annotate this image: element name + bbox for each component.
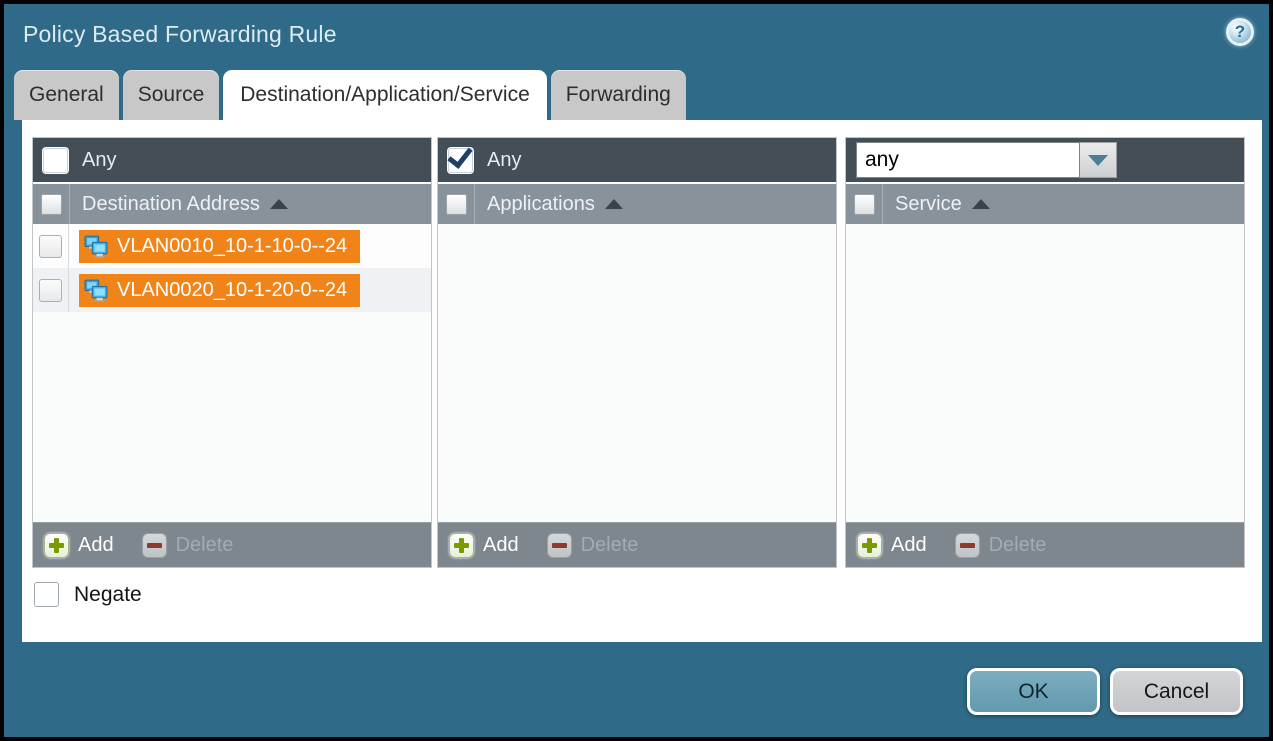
destination-column-header[interactable]: Destination Address xyxy=(33,182,431,224)
destination-panel-footer: Add Delete xyxy=(33,522,431,567)
service-select-all-checkbox[interactable] xyxy=(854,194,875,215)
tab-label: Forwarding xyxy=(566,83,671,107)
applications-any-checkbox[interactable] xyxy=(448,148,473,173)
add-button-label: Add xyxy=(483,534,519,557)
destination-select-all-cell xyxy=(33,194,69,215)
ok-button-label: OK xyxy=(1018,680,1048,704)
add-button-label: Add xyxy=(78,534,114,557)
tab-forwarding[interactable]: Forwarding xyxy=(551,70,686,120)
service-select-all-cell xyxy=(846,194,882,215)
address-entry-vlan0020[interactable]: VLAN0020_10-1-20-0--24 xyxy=(79,274,360,307)
add-icon xyxy=(449,533,474,558)
row-checkbox[interactable] xyxy=(39,235,62,258)
destination-column-title: Destination Address xyxy=(82,193,260,216)
tab-label: General xyxy=(29,83,104,107)
destination-any-checkbox[interactable] xyxy=(43,148,68,173)
tab-content-area: Any Destination Address xyxy=(22,120,1262,642)
service-dropdown-value[interactable]: any xyxy=(856,142,1080,178)
negate-label: Negate xyxy=(74,583,142,607)
chevron-down-icon xyxy=(1088,155,1108,166)
address-label: VLAN0020_10-1-20-0--24 xyxy=(117,279,347,302)
row-checkbox[interactable] xyxy=(39,279,62,302)
column-separator xyxy=(882,184,883,224)
address-label: VLAN0010_10-1-10-0--24 xyxy=(117,235,347,258)
tab-label: Destination/Application/Service xyxy=(240,83,530,107)
address-entry-vlan0010[interactable]: VLAN0010_10-1-10-0--24 xyxy=(79,230,360,263)
tab-destination-application-service[interactable]: Destination/Application/Service xyxy=(223,70,547,120)
applications-list xyxy=(438,224,836,522)
add-icon xyxy=(857,533,882,558)
column-separator xyxy=(474,184,475,224)
applications-column-title: Applications xyxy=(487,193,595,216)
applications-select-all-cell xyxy=(438,194,474,215)
network-address-icon xyxy=(84,278,109,303)
sort-asc-icon xyxy=(270,199,288,209)
destination-add-button[interactable]: Add xyxy=(44,533,114,558)
delete-button-label: Delete xyxy=(581,534,639,557)
service-list xyxy=(846,224,1244,522)
tab-source[interactable]: Source xyxy=(123,70,220,120)
dialog-title: Policy Based Forwarding Rule xyxy=(23,21,337,48)
help-icon-glyph: ? xyxy=(1235,22,1245,42)
applications-delete-button[interactable]: Delete xyxy=(547,533,639,558)
row-checkbox-cell xyxy=(33,224,69,268)
table-row: VLAN0010_10-1-10-0--24 xyxy=(33,224,431,268)
sort-asc-icon xyxy=(972,199,990,209)
service-any-header: any xyxy=(846,138,1244,182)
destination-address-panel: Any Destination Address xyxy=(32,137,432,568)
delete-icon xyxy=(142,533,167,558)
applications-panel-footer: Add Delete xyxy=(438,522,836,567)
network-address-icon xyxy=(84,234,109,259)
cancel-button[interactable]: Cancel xyxy=(1110,668,1243,715)
delete-button-label: Delete xyxy=(989,534,1047,557)
service-dropdown-button[interactable] xyxy=(1080,142,1117,178)
tab-general[interactable]: General xyxy=(14,70,119,120)
delete-button-label: Delete xyxy=(176,534,234,557)
applications-select-all-checkbox[interactable] xyxy=(446,194,467,215)
applications-any-label: Any xyxy=(487,149,521,172)
service-panel-footer: Add Delete xyxy=(846,522,1244,567)
tab-bar: General Source Destination/Application/S… xyxy=(14,70,690,120)
table-row: VLAN0020_10-1-20-0--24 xyxy=(33,268,431,312)
service-dropdown[interactable]: any xyxy=(856,142,1117,178)
negate-row: Negate xyxy=(34,582,142,607)
policy-based-forwarding-rule-dialog: Policy Based Forwarding Rule ? General S… xyxy=(0,0,1273,741)
sort-asc-icon xyxy=(605,199,623,209)
applications-any-header: Any xyxy=(438,138,836,182)
applications-add-button[interactable]: Add xyxy=(449,533,519,558)
destination-any-label: Any xyxy=(82,149,116,172)
service-column-header[interactable]: Service xyxy=(846,182,1244,224)
destination-delete-button[interactable]: Delete xyxy=(142,533,234,558)
tab-label: Source xyxy=(138,83,205,107)
ok-button[interactable]: OK xyxy=(967,668,1100,715)
service-add-button[interactable]: Add xyxy=(857,533,927,558)
add-button-label: Add xyxy=(891,534,927,557)
add-icon xyxy=(44,533,69,558)
negate-checkbox[interactable] xyxy=(34,582,59,607)
column-separator xyxy=(69,184,70,224)
help-icon[interactable]: ? xyxy=(1226,18,1254,46)
service-panel: any Service Add xyxy=(845,137,1245,568)
delete-icon xyxy=(955,533,980,558)
destination-select-all-checkbox[interactable] xyxy=(41,194,62,215)
delete-icon xyxy=(547,533,572,558)
service-column-title: Service xyxy=(895,193,962,216)
cancel-button-label: Cancel xyxy=(1144,680,1209,704)
service-delete-button[interactable]: Delete xyxy=(955,533,1047,558)
destination-any-header: Any xyxy=(33,138,431,182)
row-checkbox-cell xyxy=(33,268,69,312)
destination-list: VLAN0010_10-1-10-0--24 xyxy=(33,224,431,522)
applications-column-header[interactable]: Applications xyxy=(438,182,836,224)
applications-panel: Any Applications Add Delete xyxy=(437,137,837,568)
